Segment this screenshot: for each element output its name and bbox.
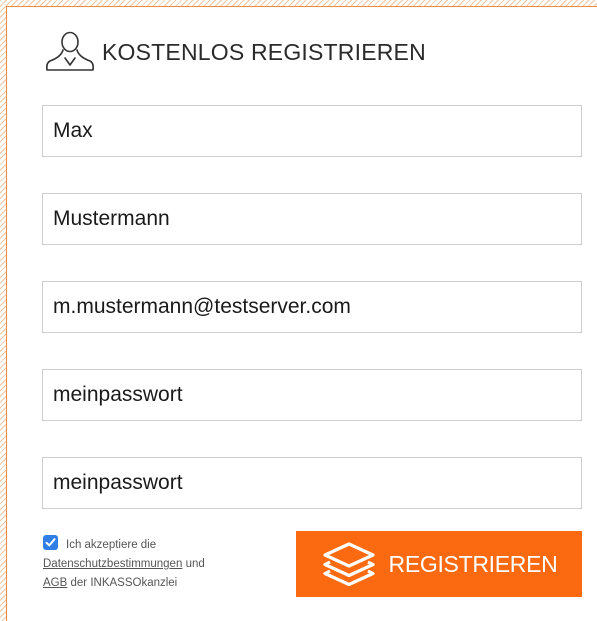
- last-name-field[interactable]: [42, 193, 582, 245]
- register-button-label: REGISTRIEREN: [388, 550, 558, 577]
- consent-text-after: der INKASSOkanzlei: [70, 577, 178, 589]
- registration-header: KOSTENLOS REGISTRIEREN: [44, 30, 426, 74]
- privacy-link[interactable]: Datenschutzbestimmungen: [43, 558, 182, 570]
- email-field[interactable]: [42, 281, 582, 333]
- register-button[interactable]: REGISTRIEREN: [296, 531, 582, 597]
- first-name-field[interactable]: [42, 105, 582, 157]
- terms-link[interactable]: AGB: [43, 577, 67, 589]
- user-outline-icon: [46, 31, 94, 71]
- page-title: KOSTENLOS REGISTRIEREN: [102, 38, 426, 65]
- checkmark-icon: [45, 538, 56, 547]
- password-confirm-field[interactable]: [42, 457, 582, 509]
- consent-checkbox[interactable]: [43, 535, 58, 550]
- password-field[interactable]: [42, 369, 582, 421]
- consent-text-before: Ich akzeptiere die: [66, 539, 157, 551]
- layers-icon: [322, 542, 375, 587]
- consent-text-and: und: [185, 558, 205, 570]
- consent-block: Ich akzeptiere die Datenschutzbestimmung…: [43, 535, 273, 593]
